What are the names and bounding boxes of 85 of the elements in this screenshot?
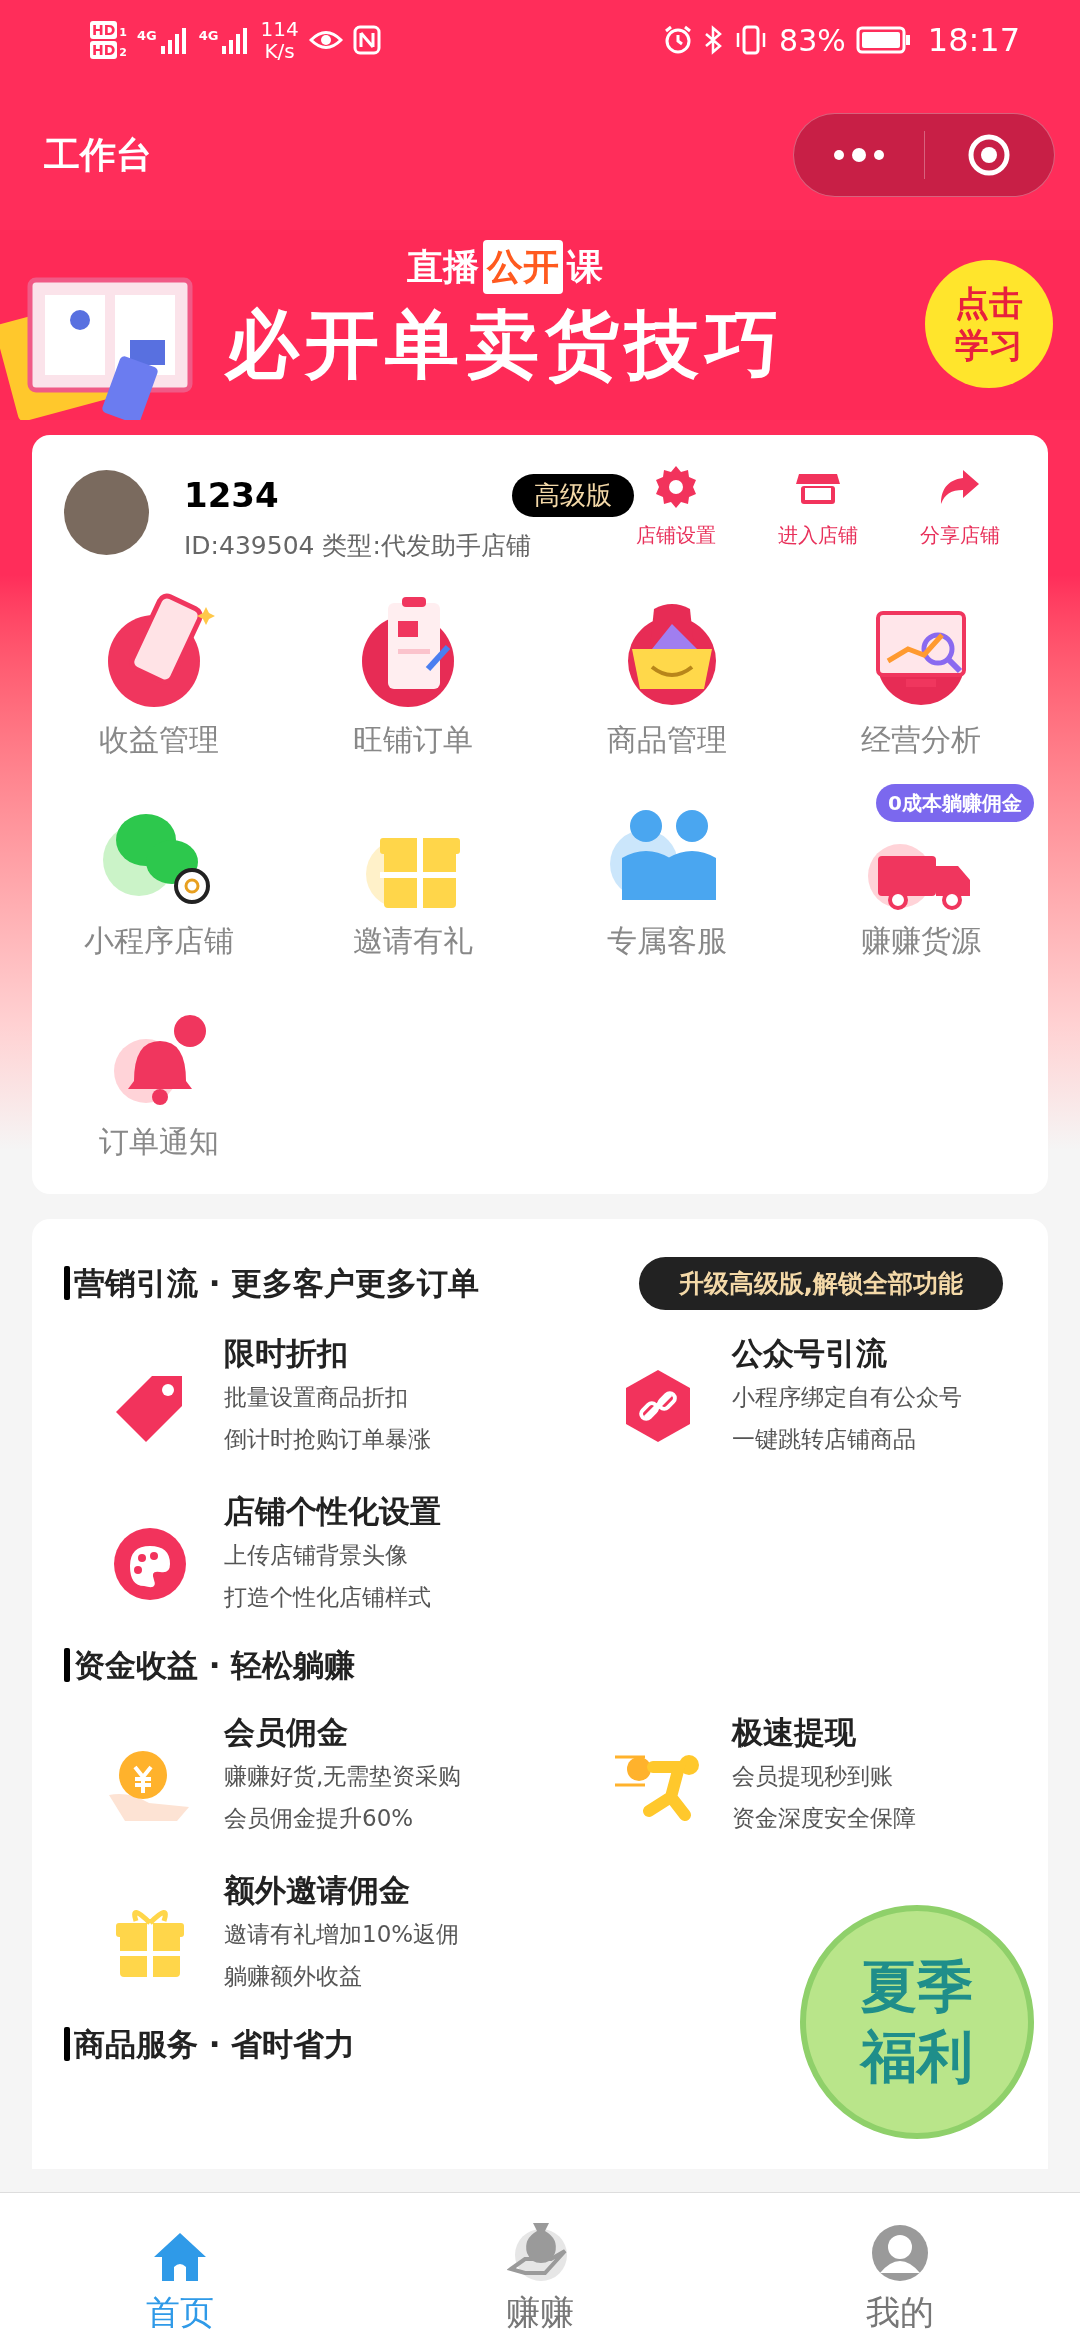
feature-title: 公众号引流 — [732, 1334, 888, 1373]
grid-item[interactable]: 邀请有礼 — [286, 785, 540, 963]
banner-kicker: 直播 — [407, 245, 479, 289]
battery-percent: 83% — [779, 21, 846, 60]
grid-label: 专属客服 — [607, 921, 727, 960]
grid-label: 经营分析 — [861, 720, 981, 759]
feature-item[interactable]: 极速提现 会员提现秒到账 资金深度安全保障 — [540, 1708, 1048, 1839]
network-type: 4G — [198, 27, 219, 45]
feature-desc: 一键跳转店铺商品 — [732, 1425, 917, 1454]
store-action[interactable]: 进入店铺 — [762, 462, 874, 550]
section-title: 营销引流 · 更多客户更多订单 — [74, 1264, 480, 1303]
grid-label: 小程序店铺 — [84, 921, 234, 960]
grid-item[interactable]: 订单通知 — [32, 986, 286, 1164]
plan-badge: 高级版 — [512, 474, 634, 517]
feature-desc: 会员佣金提升60% — [224, 1803, 415, 1833]
signal-icon — [158, 26, 189, 54]
feature-item[interactable]: 会员佣金 赚赚好货,无需垫资采购 会员佣金提升60% — [32, 1708, 540, 1839]
network-speed: 114 — [260, 18, 299, 40]
grid-item[interactable]: 收益管理 — [32, 584, 286, 762]
grid-label: 赚赚货源 — [861, 921, 981, 960]
banner-tag: 公开 — [483, 240, 563, 294]
grid-item[interactable]: 专属客服 — [540, 785, 794, 963]
eye-icon — [308, 29, 343, 51]
feature-item[interactable]: 店铺个性化设置 上传店铺背景头像 打造个性化店铺样式 — [32, 1488, 540, 1618]
section-title: 商品服务 · 省时省力 — [74, 2024, 356, 2064]
feature-desc: 会员提现秒到账 — [732, 1761, 894, 1791]
feature-desc: 打造个性化店铺样式 — [224, 1583, 432, 1612]
feature-desc: 赚赚好货,无需垫资采购 — [224, 1761, 462, 1791]
store-action-label: 分享店铺 — [920, 522, 1000, 549]
sim-label: HD — [90, 41, 118, 59]
feature-title: 极速提现 — [732, 1712, 857, 1752]
bluetooth-icon — [703, 25, 724, 55]
tab[interactable]: 我的 — [720, 2193, 1080, 2340]
feature-title: 额外邀请佣金 — [224, 1870, 411, 1910]
tab[interactable]: 首页 — [0, 2193, 360, 2340]
feature-item[interactable]: 公众号引流 小程序绑定自有公众号 一键跳转店铺商品 — [540, 1330, 1048, 1460]
grid-item[interactable]: 商品管理 — [540, 584, 794, 762]
feature-desc: 批量设置商品折扣 — [224, 1383, 409, 1412]
page-title: 工作台 — [44, 133, 152, 177]
grid-item[interactable]: 旺铺订单 — [286, 584, 540, 762]
section-marker — [64, 2026, 70, 2061]
alarm-icon — [663, 25, 694, 55]
section-marker — [64, 1266, 70, 1301]
gift-icon — [366, 837, 460, 910]
clock-time: 18:17 — [927, 20, 1020, 61]
store-info: ID:439504 类型:代发助手店铺 — [184, 530, 532, 562]
banner-headline: 必开单卖货技巧 — [225, 300, 785, 389]
feature-desc: 倒计时抢购订单暴涨 — [224, 1425, 431, 1454]
store-action[interactable]: 分享店铺 — [904, 462, 1016, 550]
upgrade-button[interactable]: 升级高级版,解锁全部功能 — [638, 1256, 1003, 1310]
store-action-label: 店铺设置 — [636, 522, 716, 549]
feature-desc: 躺赚额外收益 — [224, 1961, 363, 1991]
grid-item[interactable]: 经营分析 — [794, 584, 1048, 762]
grid-label: 邀请有礼 — [353, 921, 473, 960]
banner-kicker: 课 — [567, 245, 603, 289]
sim-index: 2 — [119, 47, 127, 59]
network-type: 4G — [137, 27, 157, 45]
feature-desc: 资金深度安全保障 — [732, 1803, 916, 1833]
grid-label: 订单通知 — [99, 1122, 219, 1161]
nfc-icon — [352, 25, 381, 55]
feature-desc: 小程序绑定自有公众号 — [732, 1383, 962, 1412]
section-title: 资金收益 · 轻松躺赚 — [74, 1646, 356, 1685]
grid-item[interactable]: 小程序店铺 — [32, 785, 286, 963]
store-action-label: 进入店铺 — [778, 522, 858, 549]
grid-label: 收益管理 — [99, 720, 219, 759]
speed-unit: K/s — [264, 40, 295, 62]
feature-title: 店铺个性化设置 — [224, 1492, 441, 1531]
feature-item[interactable]: 限时折扣 批量设置商品折扣 倒计时抢购订单暴涨 — [32, 1330, 540, 1460]
sim-label: HD — [90, 21, 118, 39]
feature-desc: 邀请有礼增加10%返佣 — [224, 1919, 460, 1949]
grid-label: 旺铺订单 — [353, 720, 473, 759]
sim-index: 1 — [119, 27, 127, 39]
battery-icon — [855, 26, 912, 54]
feature-desc: 上传店铺背景头像 — [224, 1541, 409, 1570]
learn-button[interactable]: 点击 学习 — [925, 260, 1053, 388]
tab[interactable]: 赚赚 — [360, 2193, 720, 2340]
feature-title: 限时折扣 — [224, 1334, 349, 1373]
feature-title: 会员佣金 — [224, 1712, 349, 1752]
store-name: 1234 — [184, 474, 279, 517]
banner[interactable]: 直播 公开 课 必开单卖货技巧 点击 学习 — [0, 230, 1080, 420]
grid-item[interactable]: 0成本躺赚佣金 赚赚货源 — [794, 785, 1048, 963]
feature-item[interactable]: 额外邀请佣金 邀请有礼增加10%返佣 躺赚额外收益 — [32, 1866, 540, 1997]
grid-label: 商品管理 — [607, 720, 727, 759]
section-marker — [64, 1648, 70, 1683]
promo-badge: 0成本躺赚佣金 — [876, 783, 1034, 822]
